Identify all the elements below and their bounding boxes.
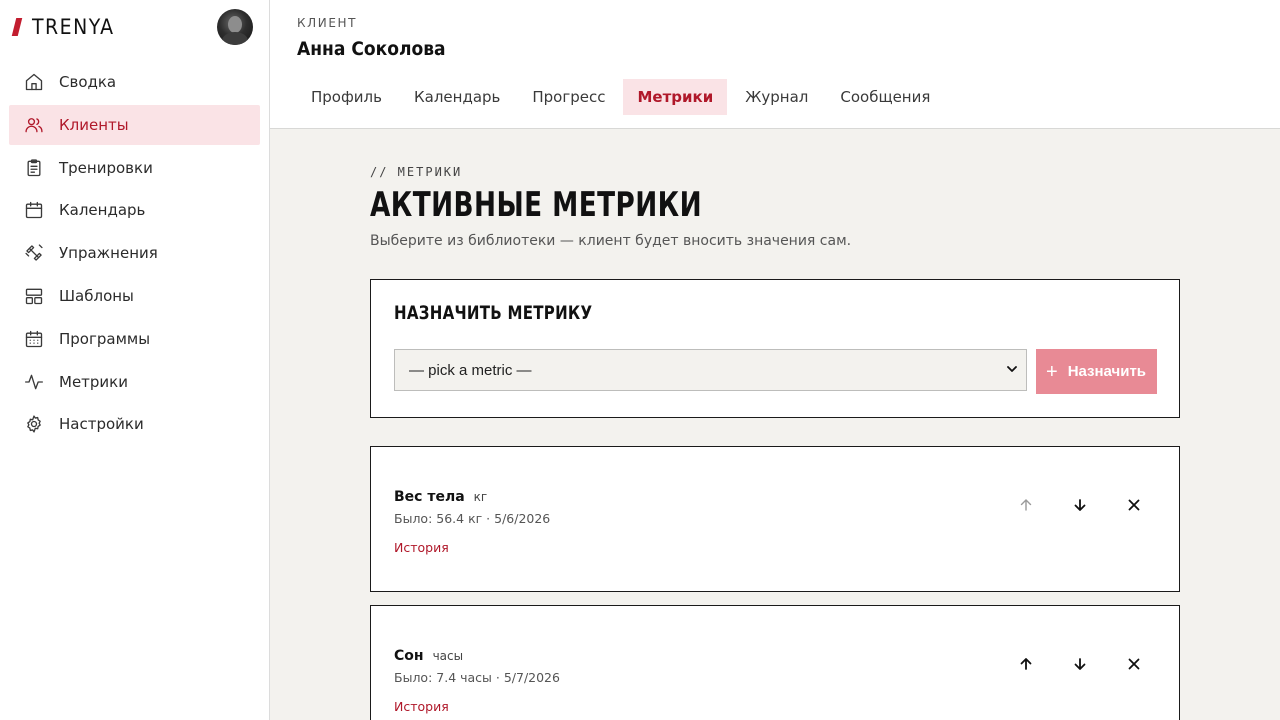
client-tabs: Профиль Календарь Прогресс Метрики Журна… <box>297 79 948 115</box>
metric-unit: часы <box>432 649 464 663</box>
remove-metric-button[interactable] <box>1119 493 1149 517</box>
plus-icon: + <box>1046 360 1058 383</box>
brand-logo[interactable]: TRENYA <box>11 14 115 40</box>
layout-icon <box>23 285 45 307</box>
chevron-down-icon <box>1007 366 1017 372</box>
avatar-face <box>228 16 242 33</box>
avatar-body <box>222 32 248 45</box>
sidebar-item-label: Тренировки <box>59 158 153 177</box>
assign-button[interactable]: + Назначить <box>1036 349 1157 394</box>
sidebar-nav: Сводка Клиенты Тренировки Календарь Упра… <box>9 62 260 447</box>
sidebar-item-label: Календарь <box>59 201 146 220</box>
sidebar-item-calendar[interactable]: Календарь <box>9 190 260 230</box>
sidebar-item-metrics[interactable]: Метрики <box>9 362 260 402</box>
metric-card: Вес тела кг Было: 56.4 кг · 5/6/2026 Ист… <box>370 446 1180 592</box>
sidebar: TRENYA Сводка Клиенты Тренировки Календа… <box>0 0 270 720</box>
sidebar-item-workouts[interactable]: Тренировки <box>9 148 260 188</box>
metric-unit: кг <box>473 490 488 504</box>
main-content: // МЕТРИКИ АКТИВНЫЕ МЕТРИКИ Выберите из … <box>270 129 1280 720</box>
sidebar-item-label: Сводка <box>59 73 117 91</box>
home-icon <box>23 71 45 93</box>
brand-mark-icon <box>11 18 23 36</box>
assign-button-label: Назначить <box>1067 363 1147 380</box>
sidebar-item-templates[interactable]: Шаблоны <box>9 276 260 316</box>
metric-history-link[interactable]: История <box>394 540 449 555</box>
tab-calendar[interactable]: Календарь <box>400 79 514 115</box>
metric-name: Вес тела <box>394 489 465 505</box>
assign-metric-title: НАЗНАЧИТЬ МЕТРИКУ <box>394 302 593 324</box>
metric-name: Сон <box>394 648 424 664</box>
calendar-grid-icon <box>23 328 45 350</box>
sidebar-item-label: Клиенты <box>59 115 129 134</box>
page-title: АКТИВНЫЕ МЕТРИКИ <box>370 185 703 225</box>
page-subtitle: Выберите из библиотеки — клиент будет вн… <box>370 233 852 249</box>
metric-previous-value: Было: 56.4 кг · 5/6/2026 <box>394 511 551 526</box>
move-down-button[interactable] <box>1065 652 1095 676</box>
dumbbell-icon <box>23 242 45 264</box>
metric-select[interactable]: — pick a metric — <box>394 349 1027 391</box>
client-name: Анна Соколова <box>297 38 446 60</box>
gear-icon <box>23 413 45 435</box>
tab-journal[interactable]: Журнал <box>731 79 822 115</box>
clipboard-icon <box>23 157 45 179</box>
sidebar-item-label: Упражнения <box>59 244 158 263</box>
client-header: КЛИЕНТ Анна Соколова Профиль Календарь П… <box>270 0 1280 129</box>
sidebar-item-settings[interactable]: Настройки <box>9 404 260 444</box>
move-up-button[interactable] <box>1011 652 1041 676</box>
tab-metrics[interactable]: Метрики <box>623 79 728 115</box>
section-eyebrow: // МЕТРИКИ <box>370 165 463 179</box>
activity-icon <box>23 371 45 393</box>
arrow-up-icon <box>1020 658 1032 670</box>
sidebar-item-exercises[interactable]: Упражнения <box>9 233 260 273</box>
sidebar-item-programs[interactable]: Программы <box>9 319 260 359</box>
tab-progress[interactable]: Прогресс <box>518 79 619 115</box>
client-label: КЛИЕНТ <box>297 16 358 30</box>
sidebar-item-label: Метрики <box>59 372 128 391</box>
metric-actions <box>1011 493 1173 517</box>
metric-actions <box>1011 652 1173 676</box>
arrow-up-icon <box>1020 499 1032 511</box>
metric-select-value: — pick a metric — <box>409 361 532 379</box>
metric-card: Сон часы Было: 7.4 часы · 5/7/2026 Истор… <box>370 605 1180 720</box>
tab-profile[interactable]: Профиль <box>297 79 396 115</box>
metric-title-row: Сон часы <box>394 648 463 664</box>
arrow-down-icon <box>1074 499 1086 511</box>
sidebar-item-label: Настройки <box>59 415 144 434</box>
close-icon <box>1128 658 1140 670</box>
assign-metric-card: НАЗНАЧИТЬ МЕТРИКУ — pick a metric — + На… <box>370 279 1180 418</box>
metric-previous-value: Было: 7.4 часы · 5/7/2026 <box>394 670 560 685</box>
move-up-button[interactable] <box>1011 493 1041 517</box>
users-icon <box>23 114 45 136</box>
close-icon <box>1128 499 1140 511</box>
sidebar-item-clients[interactable]: Клиенты <box>9 104 260 145</box>
sidebar-item-label: Программы <box>59 329 151 348</box>
move-down-button[interactable] <box>1065 493 1095 517</box>
brand-name: TRENYA <box>32 15 115 39</box>
metric-title-row: Вес тела кг <box>394 489 487 505</box>
metric-history-link[interactable]: История <box>394 699 449 714</box>
sidebar-item-summary[interactable]: Сводка <box>9 62 260 102</box>
avatar[interactable] <box>217 9 253 45</box>
tab-messages[interactable]: Сообщения <box>826 79 944 115</box>
calendar-icon <box>23 199 45 221</box>
sidebar-item-label: Шаблоны <box>59 286 134 305</box>
remove-metric-button[interactable] <box>1119 652 1149 676</box>
arrow-down-icon <box>1074 658 1086 670</box>
